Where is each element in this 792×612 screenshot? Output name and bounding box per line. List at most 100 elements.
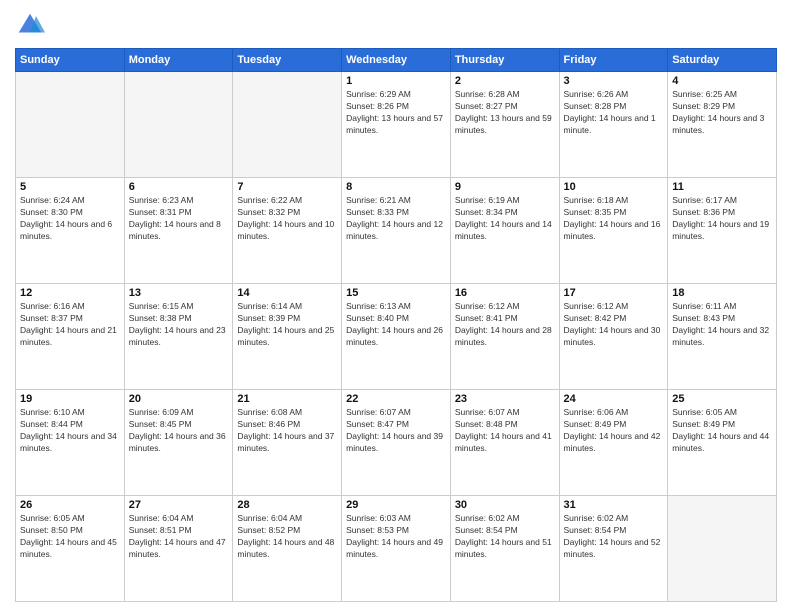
day-number: 2 xyxy=(455,75,555,87)
day-number: 12 xyxy=(20,287,120,299)
day-info: Sunrise: 6:28 AMSunset: 8:27 PMDaylight:… xyxy=(455,89,555,137)
day-cell: 2 Sunrise: 6:28 AMSunset: 8:27 PMDaylight… xyxy=(450,72,559,178)
day-cell: 14 Sunrise: 6:14 AMSunset: 8:39 PMDayligh… xyxy=(233,284,342,390)
day-cell: 20 Sunrise: 6:09 AMSunset: 8:45 PMDayligh… xyxy=(124,390,233,496)
day-info: Sunrise: 6:03 AMSunset: 8:53 PMDaylight:… xyxy=(346,513,446,561)
day-info: Sunrise: 6:11 AMSunset: 8:43 PMDaylight:… xyxy=(672,301,772,349)
day-cell: 19 Sunrise: 6:10 AMSunset: 8:44 PMDayligh… xyxy=(16,390,125,496)
day-cell: 29Sunrise: 6:03 AMSunset: 8:53 PMDayligh… xyxy=(342,496,451,602)
day-number: 20 xyxy=(129,393,229,405)
day-cell: 28 Sunrise: 6:04 AMSunset: 8:52 PMDayligh… xyxy=(233,496,342,602)
day-info: Sunrise: 6:26 AMSunset: 8:28 PMDaylight:… xyxy=(564,89,664,137)
col-header-sunday: Sunday xyxy=(16,49,125,72)
day-info: Sunrise: 6:13 AMSunset: 8:40 PMDaylight:… xyxy=(346,301,446,349)
day-info: Sunrise: 6:19 AMSunset: 8:34 PMDaylight:… xyxy=(455,195,555,243)
day-number: 4 xyxy=(672,75,772,87)
col-header-thursday: Thursday xyxy=(450,49,559,72)
day-number: 13 xyxy=(129,287,229,299)
week-row-1: 5 Sunrise: 6:24 AMSunset: 8:30 PMDaylight… xyxy=(16,178,777,284)
day-cell: 4 Sunrise: 6:25 AMSunset: 8:29 PMDaylight… xyxy=(668,72,777,178)
day-cell: 7 Sunrise: 6:22 AMSunset: 8:32 PMDaylight… xyxy=(233,178,342,284)
day-number: 6 xyxy=(129,181,229,193)
day-number: 21 xyxy=(237,393,337,405)
day-number: 7 xyxy=(237,181,337,193)
day-cell: 24Sunrise: 6:06 AMSunset: 8:49 PMDayligh… xyxy=(559,390,668,496)
day-number: 19 xyxy=(20,393,120,405)
day-info: Sunrise: 6:04 AMSunset: 8:51 PMDaylight:… xyxy=(129,513,229,561)
col-header-monday: Monday xyxy=(124,49,233,72)
day-number: 11 xyxy=(672,181,772,193)
day-info: Sunrise: 6:09 AMSunset: 8:45 PMDaylight:… xyxy=(129,407,229,455)
day-cell: 10 Sunrise: 6:18 AMSunset: 8:35 PMDayligh… xyxy=(559,178,668,284)
day-cell: 22 Sunrise: 6:07 AMSunset: 8:47 PMDayligh… xyxy=(342,390,451,496)
day-number: 5 xyxy=(20,181,120,193)
day-number: 10 xyxy=(564,181,664,193)
logo xyxy=(15,10,49,40)
col-header-tuesday: Tuesday xyxy=(233,49,342,72)
day-info: Sunrise: 6:29 AMSunset: 8:26 PMDaylight:… xyxy=(346,89,446,137)
day-cell: 23 Sunrise: 6:07 AMSunset: 8:48 PMDayligh… xyxy=(450,390,559,496)
day-info: Sunrise: 6:07 AMSunset: 8:48 PMDaylight:… xyxy=(455,407,555,455)
day-cell xyxy=(668,496,777,602)
day-cell: 8 Sunrise: 6:21 AMSunset: 8:33 PMDaylight… xyxy=(342,178,451,284)
day-info: Sunrise: 6:15 AMSunset: 8:38 PMDaylight:… xyxy=(129,301,229,349)
day-cell: 3 Sunrise: 6:26 AMSunset: 8:28 PMDaylight… xyxy=(559,72,668,178)
day-cell xyxy=(124,72,233,178)
day-info: Sunrise: 6:14 AMSunset: 8:39 PMDaylight:… xyxy=(237,301,337,349)
day-cell: 26Sunrise: 6:05 AMSunset: 8:50 PMDayligh… xyxy=(16,496,125,602)
day-number: 8 xyxy=(346,181,446,193)
day-number: 25 xyxy=(672,393,772,405)
day-cell: 1 Sunrise: 6:29 AMSunset: 8:26 PMDaylight… xyxy=(342,72,451,178)
day-info: Sunrise: 6:04 AMSunset: 8:52 PMDaylight:… xyxy=(237,513,337,561)
day-number: 24 xyxy=(564,393,664,405)
day-cell: 31Sunrise: 6:02 AMSunset: 8:54 PMDayligh… xyxy=(559,496,668,602)
day-cell: 13 Sunrise: 6:15 AMSunset: 8:38 PMDayligh… xyxy=(124,284,233,390)
day-info: Sunrise: 6:16 AMSunset: 8:37 PMDaylight:… xyxy=(20,301,120,349)
day-cell: 17Sunrise: 6:12 AMSunset: 8:42 PMDayligh… xyxy=(559,284,668,390)
calendar: SundayMondayTuesdayWednesdayThursdayFrid… xyxy=(15,48,777,602)
day-info: Sunrise: 6:08 AMSunset: 8:46 PMDaylight:… xyxy=(237,407,337,455)
day-cell: 25Sunrise: 6:05 AMSunset: 8:49 PMDayligh… xyxy=(668,390,777,496)
day-cell xyxy=(16,72,125,178)
day-number: 16 xyxy=(455,287,555,299)
day-number: 15 xyxy=(346,287,446,299)
day-number: 22 xyxy=(346,393,446,405)
day-number: 23 xyxy=(455,393,555,405)
day-cell: 30 Sunrise: 6:02 AMSunset: 8:54 PMDayligh… xyxy=(450,496,559,602)
day-number: 3 xyxy=(564,75,664,87)
day-number: 14 xyxy=(237,287,337,299)
day-info: Sunrise: 6:21 AMSunset: 8:33 PMDaylight:… xyxy=(346,195,446,243)
day-info: Sunrise: 6:24 AMSunset: 8:30 PMDaylight:… xyxy=(20,195,120,243)
day-number: 31 xyxy=(564,499,664,511)
day-info: Sunrise: 6:25 AMSunset: 8:29 PMDaylight:… xyxy=(672,89,772,137)
day-number: 9 xyxy=(455,181,555,193)
day-info: Sunrise: 6:22 AMSunset: 8:32 PMDaylight:… xyxy=(237,195,337,243)
day-number: 30 xyxy=(455,499,555,511)
day-cell: 12 Sunrise: 6:16 AMSunset: 8:37 PMDayligh… xyxy=(16,284,125,390)
day-number: 28 xyxy=(237,499,337,511)
day-info: Sunrise: 6:12 AMSunset: 8:42 PMDaylight:… xyxy=(564,301,664,349)
day-info: Sunrise: 6:07 AMSunset: 8:47 PMDaylight:… xyxy=(346,407,446,455)
day-info: Sunrise: 6:02 AMSunset: 8:54 PMDaylight:… xyxy=(455,513,555,561)
week-row-4: 26Sunrise: 6:05 AMSunset: 8:50 PMDayligh… xyxy=(16,496,777,602)
col-header-friday: Friday xyxy=(559,49,668,72)
day-cell: 11Sunrise: 6:17 AMSunset: 8:36 PMDayligh… xyxy=(668,178,777,284)
col-header-wednesday: Wednesday xyxy=(342,49,451,72)
day-cell: 9 Sunrise: 6:19 AMSunset: 8:34 PMDaylight… xyxy=(450,178,559,284)
day-info: Sunrise: 6:10 AMSunset: 8:44 PMDaylight:… xyxy=(20,407,120,455)
day-cell: 18 Sunrise: 6:11 AMSunset: 8:43 PMDayligh… xyxy=(668,284,777,390)
day-cell: 5 Sunrise: 6:24 AMSunset: 8:30 PMDaylight… xyxy=(16,178,125,284)
logo-icon xyxy=(15,10,45,40)
day-number: 18 xyxy=(672,287,772,299)
page: SundayMondayTuesdayWednesdayThursdayFrid… xyxy=(0,0,792,612)
day-info: Sunrise: 6:18 AMSunset: 8:35 PMDaylight:… xyxy=(564,195,664,243)
day-cell: 6 Sunrise: 6:23 AMSunset: 8:31 PMDaylight… xyxy=(124,178,233,284)
day-info: Sunrise: 6:23 AMSunset: 8:31 PMDaylight:… xyxy=(129,195,229,243)
day-cell: 21 Sunrise: 6:08 AMSunset: 8:46 PMDayligh… xyxy=(233,390,342,496)
week-row-2: 12 Sunrise: 6:16 AMSunset: 8:37 PMDayligh… xyxy=(16,284,777,390)
header xyxy=(15,10,777,40)
calendar-header-row: SundayMondayTuesdayWednesdayThursdayFrid… xyxy=(16,49,777,72)
day-number: 1 xyxy=(346,75,446,87)
day-cell: 15 Sunrise: 6:13 AMSunset: 8:40 PMDayligh… xyxy=(342,284,451,390)
col-header-saturday: Saturday xyxy=(668,49,777,72)
